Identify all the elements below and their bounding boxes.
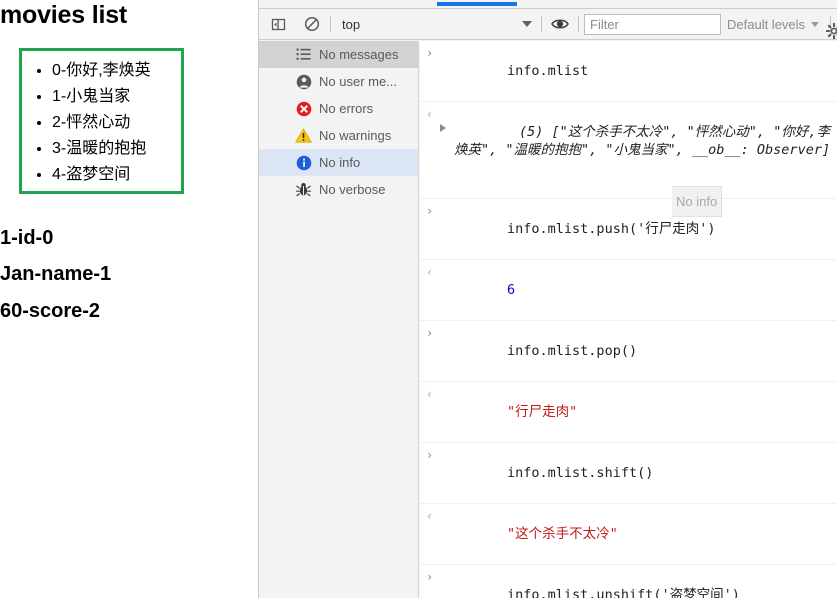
console-sidebar: No messages No user me... No errors No w…: [259, 41, 419, 598]
console-input-row[interactable]: › info.mlist.unshift('盗梦空间'): [420, 565, 837, 598]
log-levels-select[interactable]: Default levels: [721, 13, 825, 35]
console-code: info.mlist.unshift('盗梦空间'): [507, 587, 740, 598]
output-chevron-icon: ‹: [426, 107, 434, 121]
console-value: (5) ["这个杀手不太冷", "怦然心动", "你好,李焕英", "温暖的抱抱…: [454, 124, 831, 158]
active-tab-indicator: [437, 2, 517, 6]
list-item: 2-怦然心动: [52, 110, 181, 136]
expand-triangle-icon[interactable]: [440, 124, 446, 132]
sidebar-item-no-user-messages[interactable]: No user me...: [259, 68, 418, 95]
toolbar-divider: [578, 16, 579, 32]
sidebar-item-label: No errors: [319, 101, 374, 116]
console-output-row[interactable]: ‹ "行尸走肉": [420, 382, 837, 443]
output-chevron-icon: ‹: [426, 509, 434, 523]
sidebar-item-label: No user me...: [319, 74, 398, 89]
console-code: info.mlist.pop(): [507, 343, 638, 359]
list-item: 4-盗梦空间: [52, 162, 181, 188]
eye-icon[interactable]: [547, 11, 573, 37]
list-item: 3-温暖的抱抱: [52, 136, 181, 162]
tooltip-text: No info: [676, 194, 718, 209]
console-code: info.mlist: [507, 63, 589, 79]
chevron-down-icon: [811, 21, 820, 27]
user-message-icon: [295, 73, 312, 90]
gear-icon[interactable]: [824, 21, 837, 41]
input-chevron-icon: ›: [426, 46, 434, 60]
movies-list-box: 0-你好,李焕英 1-小鬼当家 2-怦然心动 3-温暖的抱抱 4-盗梦空间: [19, 48, 184, 194]
sidebar-item-no-verbose[interactable]: No verbose: [259, 176, 418, 203]
console-output-row[interactable]: ‹ "这个杀手不太冷": [420, 504, 837, 565]
sidebar-item-label: No info: [319, 155, 361, 170]
web-page-pane: movies list 0-你好,李焕英 1-小鬼当家 2-怦然心动 3-温暖的…: [0, 0, 258, 598]
console-input-row[interactable]: › info.mlist: [420, 41, 837, 102]
list-item: 0-你好,李焕英: [52, 58, 181, 84]
input-chevron-icon: ›: [426, 204, 434, 218]
clear-console-icon[interactable]: [299, 11, 325, 37]
input-chevron-icon: ›: [426, 570, 434, 584]
devtools-pane: top Default levels: [258, 0, 837, 598]
info-line-id: 1-id-0: [0, 227, 54, 249]
execution-context-label: top: [342, 16, 361, 32]
page-title: movies list: [0, 1, 128, 29]
console-output-row[interactable]: ‹ 6: [420, 260, 837, 321]
console-value: "行尸走肉": [507, 404, 578, 420]
output-chevron-icon: ‹: [426, 265, 434, 279]
list-item: 1-小鬼当家: [52, 84, 181, 110]
sidebar-item-no-messages[interactable]: No messages: [259, 41, 418, 68]
console-input-row[interactable]: › info.mlist.push('行尸走肉'): [420, 199, 837, 260]
screenshot-root: movies list 0-你好,李焕英 1-小鬼当家 2-怦然心动 3-温暖的…: [0, 0, 837, 598]
sidebar-item-no-errors[interactable]: No errors: [259, 95, 418, 122]
info-line-name: Jan-name-1: [0, 263, 112, 285]
sidebar-item-label: No verbose: [319, 182, 386, 197]
sidebar-item-label: No warnings: [319, 128, 392, 143]
toolbar-divider: [541, 16, 542, 32]
console-value: 6: [507, 282, 516, 298]
verbose-bug-icon: [295, 181, 312, 198]
info-line-score: 60-score-2: [0, 300, 101, 322]
devtools-tabstrip: [259, 0, 837, 9]
console-toolbar: top Default levels: [259, 9, 837, 40]
list-icon: [295, 46, 312, 63]
console-message-list[interactable]: › info.mlist ‹ (5) ["这个杀手不太冷", "怦然心动", "你好…: [420, 41, 837, 598]
info-icon: [295, 154, 312, 171]
warning-icon: [295, 127, 312, 144]
sidebar-item-label: No messages: [319, 47, 399, 62]
log-levels-label: Default levels: [727, 16, 806, 32]
sidebar-item-no-info[interactable]: No info: [259, 149, 418, 176]
sidebar-toggle-icon[interactable]: [265, 11, 291, 37]
console-code: info.mlist.push('行尸走肉'): [507, 221, 716, 237]
filter-input[interactable]: [584, 13, 721, 35]
toolbar-divider: [330, 16, 331, 32]
tooltip-no-info: No info: [672, 186, 722, 217]
input-chevron-icon: ›: [426, 326, 434, 340]
movies-list: 0-你好,李焕英 1-小鬼当家 2-怦然心动 3-温暖的抱抱 4-盗梦空间: [22, 51, 181, 188]
console-input-row[interactable]: › info.mlist.shift(): [420, 443, 837, 504]
chevron-down-icon: [522, 21, 532, 27]
output-chevron-icon: ‹: [426, 387, 434, 401]
console-value: "这个杀手不太冷": [507, 526, 618, 542]
execution-context-select[interactable]: top: [336, 13, 536, 35]
console-output-row[interactable]: ‹ (5) ["这个杀手不太冷", "怦然心动", "你好,李焕英", "温暖的抱…: [420, 102, 837, 199]
sidebar-item-no-warnings[interactable]: No warnings: [259, 122, 418, 149]
console-input-row[interactable]: › info.mlist.pop(): [420, 321, 837, 382]
console-code: info.mlist.shift(): [507, 465, 654, 481]
input-chevron-icon: ›: [426, 448, 434, 462]
error-icon: [295, 100, 312, 117]
